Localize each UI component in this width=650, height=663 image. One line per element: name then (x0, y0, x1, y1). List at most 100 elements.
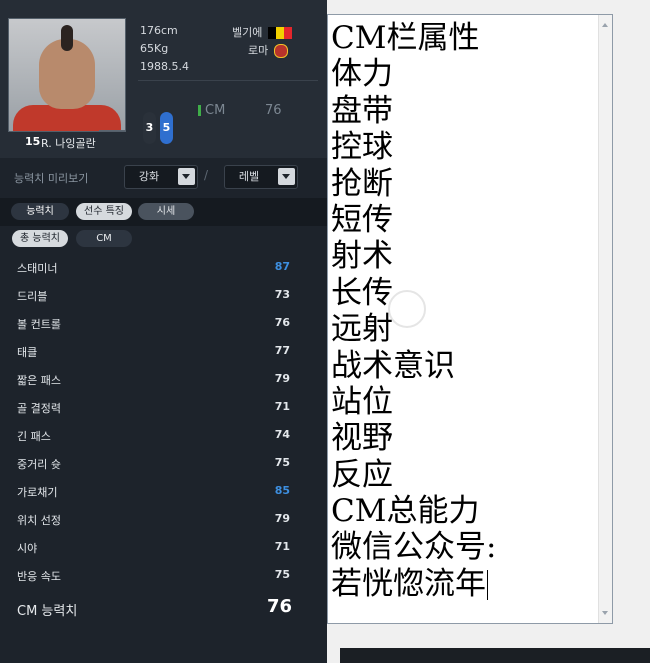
editor-line-text: CM总能力 (331, 493, 480, 530)
position-rating: 76 (265, 103, 282, 118)
player-weight: 65Kg (140, 42, 169, 55)
editor-line-text: 长传 (331, 274, 393, 311)
level-dropdown[interactable]: 레벨 (224, 165, 298, 189)
stat-row: 볼 컨트롤 76 (0, 309, 327, 337)
editor-line: 射术 (331, 238, 496, 274)
stat-row: 중거리 슛 75 (0, 449, 327, 477)
tab-market[interactable]: 시세 (138, 203, 194, 220)
hair (61, 25, 73, 51)
editor-line: 短传 (331, 202, 496, 238)
total-value: 76 (266, 596, 292, 617)
tab-traits[interactable]: 선수 특징 (76, 203, 132, 220)
club-row: 로마 (248, 42, 288, 58)
editor-line-text: 视野 (331, 420, 393, 457)
stat-row: 골 결정력 71 (0, 393, 327, 421)
editor-line: 盘带 (331, 93, 496, 129)
subtab-cm[interactable]: CM (76, 230, 132, 247)
chevron-down-icon (178, 168, 195, 185)
enhance-dropdown[interactable]: 강화 (124, 165, 198, 189)
background-strip (340, 648, 650, 663)
editor-line: 体力 (331, 56, 496, 92)
enhance-dropdown-label: 강화 (138, 170, 160, 183)
scroll-down-icon[interactable] (602, 611, 608, 615)
stat-label: 시야 (17, 542, 38, 555)
subtab-total[interactable]: 총 능력치 (12, 230, 68, 247)
player-panel: +1 15 R. 나잉골란 176cm 65Kg 1988.5.4 벨기에 로마… (0, 0, 327, 663)
stat-value: 73 (274, 288, 290, 301)
level-dropdown-label: 레벨 (238, 170, 260, 183)
stat-value: 85 (274, 484, 290, 497)
stat-row: 태클 77 (0, 337, 327, 365)
stat-row: 가로채기 85 (0, 477, 327, 505)
editor-line-text: 若恍惚流年 (331, 565, 486, 602)
belgium-flag-icon (267, 27, 292, 39)
stat-row: 반응 속도 75 (0, 561, 327, 589)
editor-line: 战术意识 (331, 348, 496, 384)
editor-line: 微信公众号: (331, 529, 496, 565)
player-number: 15 (25, 135, 41, 148)
position-label: CM (205, 103, 226, 118)
stat-label: 스태미너 (17, 262, 58, 275)
stat-label: 드리블 (17, 290, 48, 303)
stat-value: 74 (274, 428, 290, 441)
editor-line: 抢断 (331, 166, 496, 202)
separator: / (204, 168, 209, 182)
roma-crest-icon (273, 44, 288, 58)
position-marker (198, 105, 201, 116)
scrollbar[interactable] (598, 15, 612, 623)
divider (138, 80, 318, 81)
editor-line-text: 抢断 (331, 165, 393, 202)
tab-stats[interactable]: 능력치 (11, 203, 69, 220)
editor-line-text: 盘带 (331, 92, 393, 129)
editor-line-text: 远射 (331, 311, 393, 348)
editor-line-text: 射术 (331, 238, 393, 275)
right-foot: 5 (160, 112, 173, 144)
editor-line: 控球 (331, 129, 496, 165)
editor-line: 站位 (331, 384, 496, 420)
editor-line-text: 战术意识 (331, 347, 455, 384)
stat-label: 위치 선정 (17, 514, 61, 527)
stat-value: 71 (274, 540, 290, 553)
stat-value: 79 (274, 512, 290, 525)
editor-line-text: CM栏属性 (331, 20, 480, 56)
editor-line-text: 微信公众号: (331, 529, 497, 566)
stat-row: 짧은 패스 79 (0, 365, 327, 393)
stat-label: 볼 컨트롤 (17, 318, 61, 331)
player-photo: +1 (8, 18, 126, 132)
player-name: R. 나잉골란 (41, 137, 96, 150)
shirt (13, 105, 121, 131)
stat-row: 스태미너 87 (0, 253, 327, 281)
stat-label: 가로채기 (17, 486, 58, 499)
stat-value: 87 (274, 260, 290, 273)
preview-label: 능력치 미리보기 (14, 172, 89, 185)
player-birth: 1988.5.4 (140, 60, 189, 73)
text-editor[interactable]: CM栏属性 体力 盘带 控球 抢断 短传 射术 长传 远射 战术意识 站位 视野 反应 CM总能力 微信公众… (327, 14, 613, 624)
enhance-level-badge: +1 (99, 130, 125, 131)
stat-row: 시야 71 (0, 533, 327, 561)
editor-line-text: 反应 (331, 456, 393, 493)
text-caret (487, 570, 488, 601)
stat-row: 드리블 73 (0, 281, 327, 309)
editor-line-text: 站位 (331, 383, 393, 420)
stat-value: 77 (274, 344, 290, 357)
chevron-down-icon (278, 168, 295, 185)
stat-value: 71 (274, 400, 290, 413)
editor-line-text: 体力 (331, 56, 393, 93)
watermark (388, 290, 426, 328)
stat-value: 75 (274, 456, 290, 469)
editor-line-text: 短传 (331, 201, 393, 238)
editor-line: 若恍惚流年 (331, 566, 496, 602)
left-foot: 3 (143, 112, 156, 144)
editor-line: 反应 (331, 457, 496, 493)
stat-label: 짧은 패스 (17, 374, 61, 387)
editor-line: CM总能力 (331, 493, 496, 529)
editor-line: CM栏属性 (331, 20, 496, 56)
total-label: CM 능력치 (17, 604, 78, 619)
stat-value: 76 (274, 316, 290, 329)
stat-label: 반응 속도 (17, 570, 61, 583)
nation-name: 벨기에 (232, 26, 263, 39)
stat-row: 위치 선정 79 (0, 505, 327, 533)
editor-line-text: 控球 (331, 129, 393, 166)
stat-row: 긴 패스 74 (0, 421, 327, 449)
scroll-up-icon[interactable] (602, 23, 608, 27)
